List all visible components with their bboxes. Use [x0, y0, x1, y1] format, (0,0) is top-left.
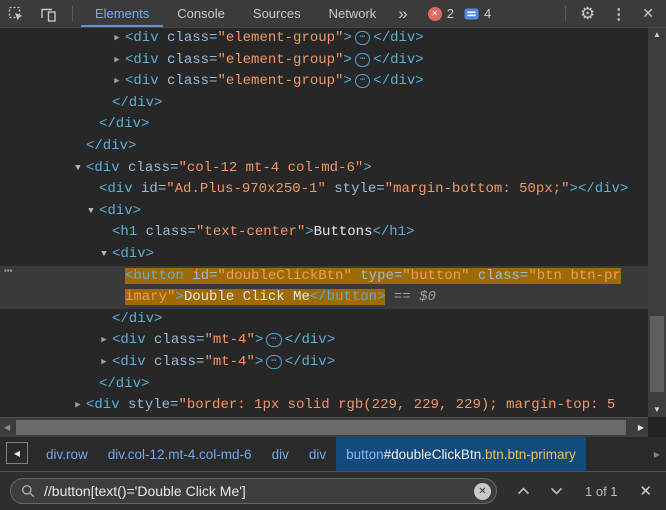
tree-row-closing-div[interactable]: </div>	[0, 309, 648, 331]
toggle-device-toolbar-icon[interactable]	[32, 0, 64, 27]
devtools-toolbar: ElementsConsoleSourcesNetwork » ✕ 2 4 ⚙ …	[0, 0, 666, 28]
toolbar-right-cluster: ⚙ ⋮ ✕	[557, 0, 666, 27]
tree-row-closing-div[interactable]: </div>	[0, 374, 648, 396]
scrollbar-corner	[648, 417, 666, 437]
vertical-scrollbar-thumb[interactable]	[650, 316, 664, 392]
horizontal-scrollbar-thumb[interactable]	[16, 420, 626, 435]
tab-sources[interactable]: Sources	[239, 0, 315, 27]
breadcrumb-div[interactable]: div	[299, 437, 336, 471]
tree-row-div-open[interactable]: ▼<div>	[0, 201, 648, 223]
breadcrumb-div[interactable]: div	[262, 437, 299, 471]
row-actions-icon[interactable]: ⋯	[4, 263, 13, 280]
expand-arrow-icon[interactable]: ▶	[98, 352, 110, 374]
devtools-window: ElementsConsoleSourcesNetwork » ✕ 2 4 ⚙ …	[0, 0, 666, 510]
scroll-down-icon[interactable]: ▼	[648, 403, 666, 417]
vertical-scrollbar[interactable]: ▲ ▼	[648, 28, 666, 417]
tree-row-ad-plus[interactable]: <div id="Ad.Plus-970x250-1" style="margi…	[0, 179, 648, 201]
issues-badge-icon[interactable]	[464, 7, 479, 21]
expand-inline-ellipsis-icon[interactable]: ⋯	[266, 355, 281, 369]
elements-tree[interactable]: ▶<div class="element-group">⋯</div>▶<div…	[0, 28, 648, 417]
collapse-arrow-icon[interactable]: ▼	[85, 201, 97, 223]
expand-arrow-icon[interactable]: ▶	[72, 395, 84, 417]
status-badges: ✕ 2 4	[428, 0, 501, 27]
close-icon[interactable]: ✕	[636, 0, 660, 27]
scroll-left-icon[interactable]: ◀	[4, 418, 10, 437]
expand-inline-ellipsis-icon[interactable]: ⋯	[355, 74, 370, 88]
toolbar-divider	[565, 6, 566, 21]
scroll-up-icon[interactable]: ▲	[648, 28, 666, 42]
tree-row-element-group-2[interactable]: ▶<div class="element-group">⋯</div>	[0, 50, 648, 72]
tree-row-mt-4-1[interactable]: ▶<div class="mt-4">⋯</div>	[0, 330, 648, 352]
tree-row-double-click-button[interactable]: <button id="doubleClickBtn" type="button…	[0, 266, 648, 309]
breadcrumb: ◀ div.rowdiv.col-12.mt-4.col-md-6divdivb…	[0, 437, 666, 471]
breadcrumb-back-icon[interactable]: ◀	[6, 442, 28, 464]
tab-console[interactable]: Console	[163, 0, 239, 27]
tree-row-div-open[interactable]: ▼<div>	[0, 244, 648, 266]
collapse-arrow-icon[interactable]: ▼	[98, 244, 110, 266]
tree-row-closing-div[interactable]: </div>	[0, 114, 648, 136]
expand-arrow-icon[interactable]: ▶	[98, 330, 110, 352]
close-find-bar-icon[interactable]: ✕	[639, 482, 652, 500]
clear-search-icon[interactable]: ✕	[474, 483, 491, 500]
inspect-element-icon[interactable]	[0, 0, 32, 27]
error-badge-icon[interactable]: ✕	[428, 7, 442, 21]
collapse-arrow-icon[interactable]: ▼	[72, 158, 84, 180]
panel-tabs: ElementsConsoleSourcesNetwork	[81, 0, 390, 27]
expand-inline-ellipsis-icon[interactable]: ⋯	[266, 333, 281, 347]
next-match-icon[interactable]	[550, 487, 563, 495]
settings-gear-icon[interactable]: ⚙	[574, 0, 601, 27]
tab-network[interactable]: Network	[315, 0, 391, 27]
match-count-label: 1 of 1	[585, 484, 618, 499]
search-field[interactable]: ✕	[10, 478, 497, 504]
breadcrumb-div-row[interactable]: div.row	[36, 437, 98, 471]
breadcrumb-items: div.rowdiv.col-12.mt-4.col-md-6divdivbut…	[36, 437, 586, 471]
find-bar: ✕ 1 of 1 ✕	[0, 471, 666, 510]
previous-match-icon[interactable]	[517, 487, 530, 495]
tree-row-closing-div[interactable]: </div>	[0, 93, 648, 115]
breadcrumb-forward-icon[interactable]: ▶	[648, 437, 666, 471]
tree-row-element-group-1[interactable]: ▶<div class="element-group">⋯</div>	[0, 28, 648, 50]
tree-row-element-group-3[interactable]: ▶<div class="element-group">⋯</div>	[0, 71, 648, 93]
breadcrumb-div-col-12[interactable]: div.col-12.mt-4.col-md-6	[98, 437, 262, 471]
error-count[interactable]: 2	[447, 6, 454, 21]
issue-count[interactable]: 4	[484, 6, 491, 21]
tree-row-border-div[interactable]: ▶<div style="border: 1px solid rgb(229, …	[0, 395, 648, 417]
expand-arrow-icon[interactable]: ▶	[111, 71, 123, 93]
horizontal-scrollbar[interactable]: ◀ ▶	[0, 417, 648, 437]
tab-elements[interactable]: Elements	[81, 0, 163, 27]
expand-arrow-icon[interactable]: ▶	[111, 50, 123, 72]
search-icon	[21, 484, 35, 498]
kebab-menu-icon[interactable]: ⋮	[601, 0, 636, 27]
tree-row-h1-buttons[interactable]: <h1 class="text-center">Buttons</h1>	[0, 222, 648, 244]
expand-arrow-icon[interactable]: ▶	[111, 28, 123, 50]
tree-row-closing-div[interactable]: </div>	[0, 136, 648, 158]
scroll-right-icon[interactable]: ▶	[638, 418, 644, 437]
more-tabs-button[interactable]: »	[390, 0, 415, 27]
breadcrumb-button-doubleclickbtn[interactable]: button#doubleClickBtn.btn.btn-primary	[336, 437, 586, 471]
toolbar-divider	[72, 6, 73, 21]
expand-inline-ellipsis-icon[interactable]: ⋯	[355, 31, 370, 45]
expand-inline-ellipsis-icon[interactable]: ⋯	[355, 53, 370, 67]
search-input[interactable]	[42, 482, 474, 500]
tree-row-col-12[interactable]: ▼<div class="col-12 mt-4 col-md-6">	[0, 158, 648, 180]
tree-row-mt-4-2[interactable]: ▶<div class="mt-4">⋯</div>	[0, 352, 648, 374]
